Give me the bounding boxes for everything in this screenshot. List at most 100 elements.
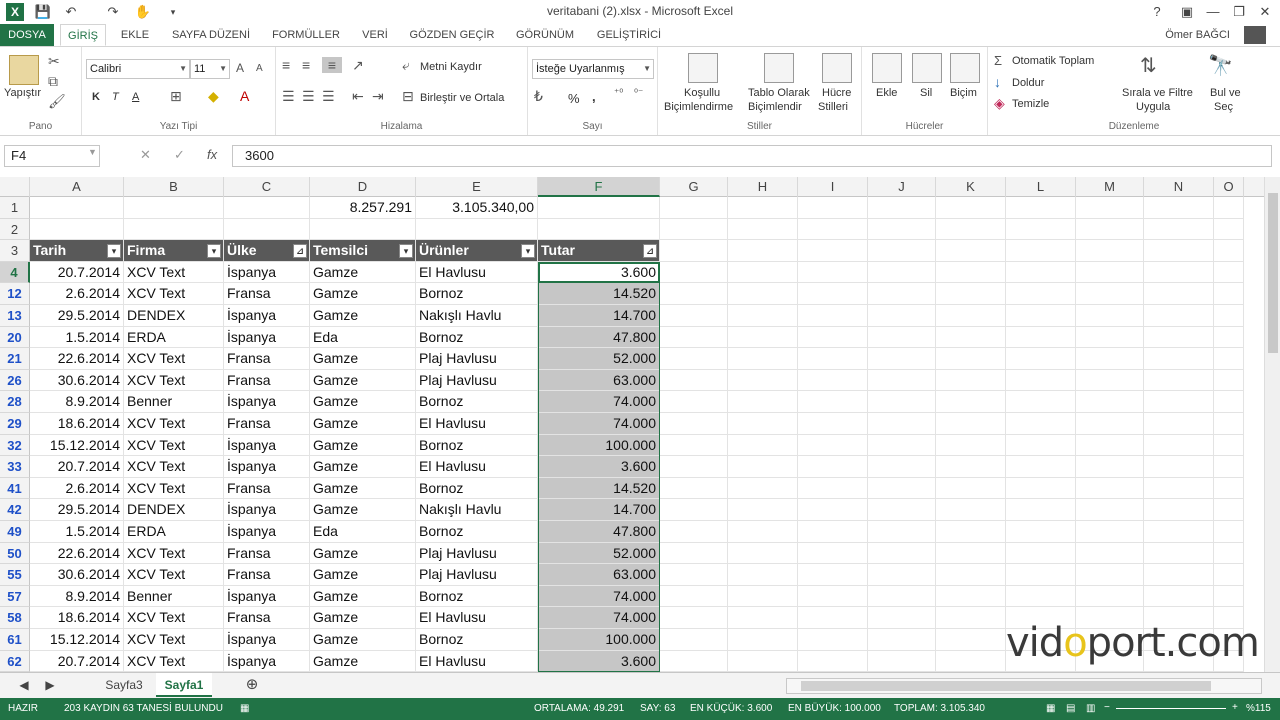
empty-cell[interactable] — [798, 585, 868, 608]
table-row-cell[interactable]: 15.12.2014 — [30, 434, 124, 457]
empty-cell[interactable] — [1076, 218, 1144, 241]
empty-cell[interactable] — [1214, 456, 1244, 478]
empty-cell[interactable] — [660, 434, 728, 457]
empty-cell[interactable] — [798, 240, 868, 262]
tab-developer[interactable]: GELİŞTİRİCİ — [592, 24, 666, 46]
table-row-cell[interactable]: 8.9.2014 — [30, 391, 124, 413]
filter-dropdown-icon[interactable]: ▾ — [399, 244, 413, 259]
row-header[interactable]: 55 — [0, 564, 30, 586]
table-row-cell[interactable]: Bornoz — [416, 283, 538, 305]
table-row-cell[interactable]: 74.000 — [538, 413, 660, 435]
row-header[interactable]: 29 — [0, 413, 30, 435]
row-header[interactable]: 57 — [0, 585, 30, 608]
empty-cell[interactable] — [1006, 477, 1076, 500]
cell[interactable] — [224, 197, 310, 219]
insert-function-icon[interactable]: fx — [207, 147, 217, 162]
table-row-cell[interactable]: 8.9.2014 — [30, 585, 124, 608]
zoom-out-icon[interactable]: − — [1104, 702, 1110, 713]
empty-cell[interactable] — [1214, 348, 1244, 370]
empty-cell[interactable] — [660, 413, 728, 435]
prev-sheet-icon[interactable]: ◀ — [16, 673, 32, 697]
row-header[interactable]: 49 — [0, 521, 30, 543]
empty-cell[interactable] — [868, 650, 936, 672]
sum-cell-d1[interactable]: 8.257.291 — [310, 197, 416, 219]
cell[interactable] — [538, 218, 660, 241]
minimize-icon[interactable]: — — [1202, 2, 1224, 22]
column-header-h[interactable]: H — [728, 177, 798, 197]
cut-icon[interactable]: ✂ — [48, 53, 60, 70]
column-header-k[interactable]: K — [936, 177, 1006, 197]
sort-filter-label-2[interactable]: Uygula — [1136, 101, 1170, 113]
find-select-label-1[interactable]: Bul ve — [1210, 87, 1241, 99]
row-header[interactable]: 28 — [0, 391, 30, 413]
page-layout-view-icon[interactable]: ▤ — [1066, 703, 1075, 714]
table-row-cell[interactable]: Bornoz — [416, 629, 538, 651]
empty-cell[interactable] — [868, 521, 936, 543]
empty-cell[interactable] — [936, 477, 1006, 500]
insert-cells-icon[interactable] — [872, 53, 902, 83]
empty-cell[interactable] — [1076, 197, 1144, 219]
empty-cell[interactable] — [798, 391, 868, 413]
empty-cell[interactable] — [728, 413, 798, 435]
empty-cell[interactable] — [728, 348, 798, 370]
empty-cell[interactable] — [1144, 413, 1214, 435]
empty-cell[interactable] — [936, 456, 1006, 478]
column-header-m[interactable]: M — [1076, 177, 1144, 197]
table-row-cell[interactable]: Gamze — [310, 391, 416, 413]
enter-icon[interactable]: ✓ — [174, 147, 185, 163]
table-row-cell[interactable]: İspanya — [224, 521, 310, 543]
table-row-cell[interactable]: 52.000 — [538, 542, 660, 565]
sum-cell-e1[interactable]: 3.105.340,00 — [416, 197, 538, 219]
empty-cell[interactable] — [1076, 542, 1144, 565]
empty-cell[interactable] — [1076, 434, 1144, 457]
increase-indent-icon[interactable]: ⇥ — [372, 88, 384, 105]
borders-icon[interactable]: ⊞ — [170, 88, 182, 105]
table-row-cell[interactable]: Fransa — [224, 283, 310, 305]
column-header-d[interactable]: D — [310, 177, 416, 197]
paste-button[interactable]: Yapıştır — [4, 87, 41, 99]
empty-cell[interactable] — [1076, 369, 1144, 392]
empty-cell[interactable] — [1076, 283, 1144, 305]
empty-cell[interactable] — [936, 499, 1006, 521]
empty-cell[interactable] — [1006, 305, 1076, 327]
empty-cell[interactable] — [660, 477, 728, 500]
row-header[interactable]: 21 — [0, 348, 30, 370]
table-row-cell[interactable]: DENDEX — [124, 499, 224, 521]
empty-cell[interactable] — [660, 261, 728, 284]
empty-cell[interactable] — [1076, 521, 1144, 543]
row-header[interactable]: 26 — [0, 369, 30, 392]
empty-cell[interactable] — [868, 607, 936, 629]
cell[interactable] — [538, 197, 660, 219]
table-row-cell[interactable]: 14.520 — [538, 477, 660, 500]
table-row-cell[interactable]: 2.6.2014 — [30, 283, 124, 305]
autosum-button[interactable]: Otomatik Toplam — [1012, 55, 1094, 67]
empty-cell[interactable] — [1006, 585, 1076, 608]
column-header-c[interactable]: C — [224, 177, 310, 197]
empty-cell[interactable] — [728, 197, 798, 219]
empty-cell[interactable] — [936, 564, 1006, 586]
empty-cell[interactable] — [660, 326, 728, 349]
table-row-cell[interactable]: Gamze — [310, 542, 416, 565]
table-header-cell[interactable]: Ülke ⊿ — [224, 240, 310, 262]
empty-cell[interactable] — [868, 305, 936, 327]
spreadsheet-grid[interactable]: ABCDEFGHIJKLMNO 1 8.257.291 3.105.340,00 2 3… — [0, 177, 1264, 672]
zoom-in-icon[interactable]: + — [1232, 702, 1238, 713]
table-row-cell[interactable]: 1.5.2014 — [30, 326, 124, 349]
find-select-label-2[interactable]: Seç — [1214, 101, 1233, 113]
fill-button[interactable]: Doldur — [1012, 77, 1044, 89]
table-row-cell[interactable]: Bornoz — [416, 326, 538, 349]
table-row-cell[interactable]: İspanya — [224, 326, 310, 349]
column-header-b[interactable]: B — [124, 177, 224, 197]
tab-page-layout[interactable]: SAYFA DÜZENİ — [166, 24, 256, 46]
table-header-cell[interactable]: Ürünler ▾ — [416, 240, 538, 262]
empty-cell[interactable] — [660, 369, 728, 392]
table-row-cell[interactable]: Bornoz — [416, 477, 538, 500]
table-row-cell[interactable]: El Havlusu — [416, 413, 538, 435]
empty-cell[interactable] — [868, 218, 936, 241]
empty-cell[interactable] — [728, 283, 798, 305]
empty-cell[interactable] — [1076, 477, 1144, 500]
empty-cell[interactable] — [1006, 391, 1076, 413]
empty-cell[interactable] — [1006, 197, 1076, 219]
empty-cell[interactable] — [660, 499, 728, 521]
table-row-cell[interactable]: Gamze — [310, 283, 416, 305]
